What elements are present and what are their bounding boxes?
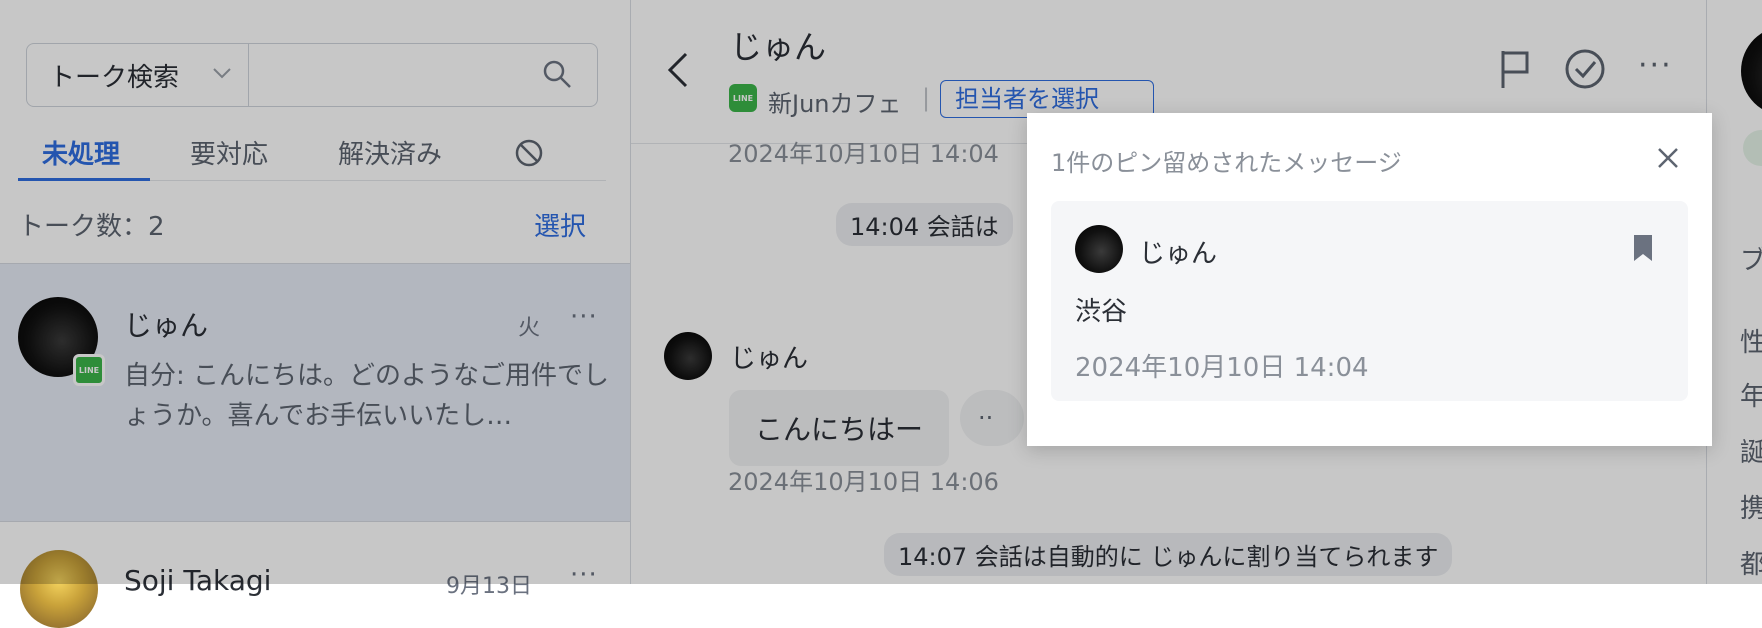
avatar	[1075, 225, 1123, 273]
close-icon[interactable]	[1655, 145, 1681, 171]
popup-title: 1件のピン留めされたメッセージ	[1051, 149, 1402, 177]
pinned-message-text: 渋谷	[1075, 297, 1128, 327]
pinned-message-timestamp: 2024年10月10日 14:04	[1075, 353, 1369, 383]
pinned-message-card[interactable]: じゅん 渋谷 2024年10月10日 14:04	[1051, 201, 1688, 401]
bookmark-icon[interactable]	[1631, 233, 1655, 263]
pinned-messages-popup: 1件のピン留めされたメッセージ じゅん 渋谷 2024年10月10日 14:04	[1027, 113, 1712, 446]
pinned-sender-name: じゅん	[1139, 239, 1218, 269]
